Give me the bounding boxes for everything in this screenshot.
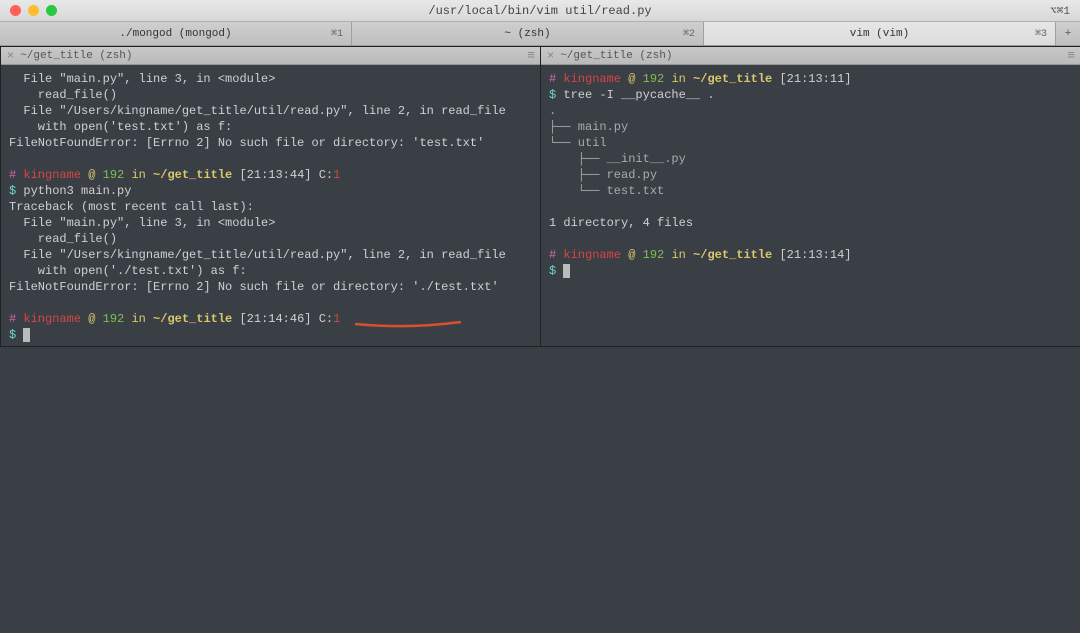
tab-label: ~ (zsh) [504, 28, 550, 40]
pane-top-right: × ~/get_title (zsh) ≡ # kingname @ 192 i… [540, 46, 1080, 346]
pane-menu-icon[interactable]: ≡ [527, 48, 534, 63]
tab-vim[interactable]: vim (vim) ⌘3 [704, 22, 1056, 45]
titlebar: /usr/local/bin/vim util/read.py ⌥⌘1 [0, 0, 1080, 22]
pane-grid: × ~/get_title (zsh) ≡ File "main.py", li… [0, 46, 1080, 633]
close-icon[interactable]: × [7, 49, 14, 63]
pane-title: ~/get_title (zsh) [20, 50, 527, 62]
pane-header: × ~/get_title (zsh) ≡ [541, 47, 1080, 65]
tab-label: ./mongod (mongod) [119, 28, 231, 40]
new-tab-button[interactable]: + [1056, 22, 1080, 45]
tab-label: vim (vim) [850, 28, 909, 40]
pane-menu-icon[interactable]: ≡ [1067, 48, 1074, 63]
window-title: /usr/local/bin/vim util/read.py [0, 4, 1080, 18]
tab-mongod[interactable]: ./mongod (mongod) ⌘1 [0, 22, 352, 45]
pane-bottom-right: × vim (vim) ≡ + main.py 1from util.read … [540, 346, 1080, 347]
tab-bar: ./mongod (mongod) ⌘1 ~ (zsh) ⌘2 vim (vim… [0, 22, 1080, 46]
tab-shortcut: ⌘3 [1035, 28, 1047, 40]
terminal[interactable]: # kingname @ 192 in ~/get_title [21:13:1… [541, 65, 1080, 346]
pane-title: ~/get_title (zsh) [560, 50, 1067, 62]
tab-zsh[interactable]: ~ (zsh) ⌘2 [352, 22, 704, 45]
pane-bottom-left: × vim (vim) ≡ u/read.py 1def read_file()… [0, 346, 540, 347]
pane-header: × ~/get_title (zsh) ≡ [1, 47, 540, 65]
tab-shortcut: ⌘2 [683, 28, 695, 40]
annotation-underline [353, 319, 463, 329]
pane-top-left: × ~/get_title (zsh) ≡ File "main.py", li… [0, 46, 540, 346]
close-icon[interactable]: × [547, 49, 554, 63]
tab-shortcut: ⌘1 [331, 28, 343, 40]
terminal[interactable]: File "main.py", line 3, in <module> read… [1, 65, 540, 346]
